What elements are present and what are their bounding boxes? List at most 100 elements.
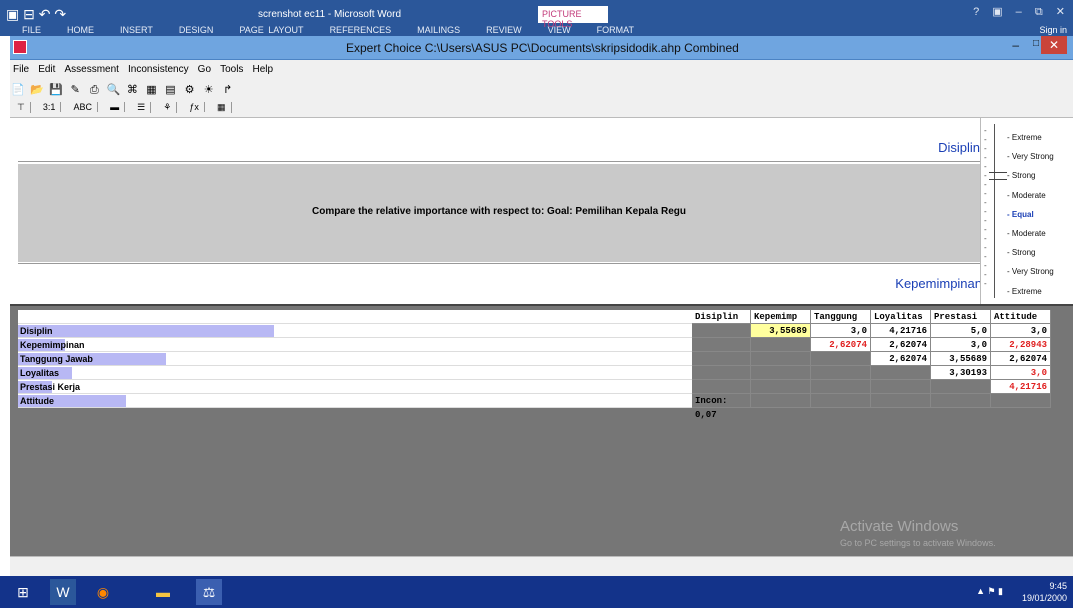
column-header[interactable]: Kepemimp	[751, 310, 811, 324]
matrix-cell[interactable]: 3,0	[991, 324, 1051, 338]
matrix-cell[interactable]: 3,55689	[931, 352, 991, 366]
matrix-cell[interactable]: 2,62074	[871, 338, 931, 352]
ribbon-tab-references[interactable]: REFERENCES	[330, 25, 392, 35]
row-label[interactable]: Tanggung Jawab	[18, 352, 692, 366]
system-tray-icons[interactable]: ▲ ⚑ ▮	[976, 586, 1003, 597]
tree-icon[interactable]: ⌘	[125, 83, 139, 97]
scale-slider-thumb[interactable]	[989, 172, 1007, 180]
ribbon-tab-page-layout[interactable]: PAGE LAYOUT	[239, 25, 303, 35]
row-label[interactable]: Disiplin	[18, 324, 692, 338]
menu-assessment[interactable]: Assessment	[61, 60, 121, 79]
open-icon[interactable]: 📂	[30, 83, 44, 97]
matrix-cell[interactable]	[692, 338, 751, 352]
expert-choice-taskbar-icon[interactable]: ⚖	[196, 579, 222, 605]
matrix-cell[interactable]: 2,62074	[991, 352, 1051, 366]
ribbon-tab-design[interactable]: DESIGN	[179, 25, 214, 35]
matrix-cell[interactable]	[692, 352, 751, 366]
matrix-cell[interactable]	[811, 394, 871, 408]
menu-help[interactable]: Help	[250, 60, 277, 79]
scale-item-3[interactable]: - Moderate	[1007, 186, 1054, 205]
matrix-cell[interactable]	[751, 352, 811, 366]
tab-questionnaire[interactable]: ⚘	[158, 102, 178, 113]
ribbon-tab-insert[interactable]: INSERT	[120, 25, 153, 35]
matrix-cell[interactable]	[931, 380, 991, 394]
scale-item-4[interactable]: - Equal	[1007, 205, 1054, 224]
scale-item-1[interactable]: - Very Strong	[1007, 147, 1054, 166]
matrix-cell[interactable]: 3,0	[811, 324, 871, 338]
scale-item-0[interactable]: - Extreme	[1007, 128, 1054, 147]
word-taskbar-icon[interactable]: W	[50, 579, 76, 605]
column-header[interactable]: Attitude	[991, 310, 1051, 324]
matrix-cell[interactable]	[692, 366, 751, 380]
scale-track[interactable]	[994, 124, 1000, 298]
calc-icon[interactable]: ▦	[144, 83, 158, 97]
menu-tools[interactable]: Tools	[217, 60, 246, 79]
print-icon[interactable]: ⎙	[87, 83, 101, 97]
maximize-button[interactable]: □	[1033, 38, 1039, 49]
matrix-cell[interactable]	[871, 380, 931, 394]
lightbulb-icon[interactable]: ☀	[202, 83, 216, 97]
matrix-cell[interactable]: 3,0	[931, 338, 991, 352]
menu-file[interactable]: File	[10, 60, 32, 79]
matrix-cell[interactable]: 2,62074	[811, 338, 871, 352]
matrix-cell[interactable]	[692, 324, 751, 338]
ribbon-tab-file[interactable]: FILE	[22, 25, 41, 35]
close-button[interactable]: ✕	[1041, 36, 1067, 54]
matrix-cell[interactable]	[811, 366, 871, 380]
matrix-cell[interactable]: 3,0	[991, 366, 1051, 380]
tab-verbal[interactable]: ABC	[68, 102, 98, 112]
matrix-cell[interactable]	[991, 394, 1051, 408]
graph-icon[interactable]: ▤	[164, 83, 178, 97]
ribbon-tab-view[interactable]: VIEW	[548, 25, 571, 35]
word-window-controls[interactable]: ? ▣ – ⧉ ✕	[973, 5, 1065, 19]
chrome-taskbar-icon[interactable]: ◉	[90, 579, 116, 605]
tab-formula[interactable]: ƒx	[184, 102, 205, 112]
picture-tools-tab[interactable]: PICTURE TOOLS	[538, 6, 608, 29]
menu-edit[interactable]: Edit	[35, 60, 58, 79]
ribbon-tab-mailings[interactable]: MAILINGS	[417, 25, 460, 35]
arrow-icon[interactable]: ↱	[221, 83, 235, 97]
ribbon-tab-review[interactable]: REVIEW	[486, 25, 522, 35]
matrix-cell[interactable]	[751, 366, 811, 380]
row-label[interactable]: Kepemimpinan	[18, 338, 692, 352]
column-header[interactable]: Tanggung .	[811, 310, 871, 336]
save-icon[interactable]: 💾	[49, 83, 63, 97]
matrix-cell[interactable]	[751, 338, 811, 352]
matrix-cell[interactable]: 3,55689	[751, 324, 811, 338]
matrix-cell[interactable]	[751, 394, 811, 408]
row-label[interactable]: Attitude	[18, 394, 692, 408]
minimize-button[interactable]: –	[1012, 38, 1019, 52]
matrix-cell[interactable]	[751, 380, 811, 394]
row-label[interactable]: Prestasi Kerja	[18, 380, 692, 394]
row-label[interactable]: Loyalitas	[18, 366, 692, 380]
scale-item-8[interactable]: - Extreme	[1007, 282, 1054, 301]
matrix-cell[interactable]	[871, 394, 931, 408]
menu-inconsistency[interactable]: Inconsistency	[125, 60, 192, 79]
ribbon-tab-format[interactable]: FORMAT	[597, 25, 634, 35]
matrix-cell[interactable]	[871, 366, 931, 380]
matrix-cell[interactable]: 3,30193	[931, 366, 991, 380]
tab-tree-view[interactable]: ⊤	[12, 102, 31, 113]
new-icon[interactable]: 📄	[11, 83, 25, 97]
scale-item-7[interactable]: - Very Strong	[1007, 262, 1054, 281]
column-header[interactable]: Disiplin	[692, 310, 751, 324]
matrix-cell[interactable]	[931, 394, 991, 408]
matrix-cell[interactable]	[692, 380, 751, 394]
sign-in-link[interactable]: Sign in	[1039, 25, 1067, 35]
tab-numerical[interactable]: 3:1	[38, 102, 62, 112]
word-ribbon-tabs[interactable]: FILE HOME INSERT DESIGN PAGE LAYOUT REFERENCE…	[22, 25, 660, 35]
taskbar-clock[interactable]: 9:45 19/01/2000	[1022, 580, 1067, 604]
matrix-cell[interactable]: 5,0	[931, 324, 991, 338]
scale-item-5[interactable]: - Moderate	[1007, 224, 1054, 243]
tab-list[interactable]: ☰	[132, 102, 152, 113]
tab-matrix[interactable]: ▦	[212, 102, 232, 113]
windows-start-icon[interactable]: ⊞	[10, 579, 36, 605]
preview-icon[interactable]: 🔍	[106, 83, 120, 97]
explorer-taskbar-icon[interactable]: ▬	[150, 579, 176, 605]
matrix-cell[interactable]: 2,28943	[991, 338, 1051, 352]
menu-go[interactable]: Go	[195, 60, 214, 79]
scale-item-6[interactable]: - Strong	[1007, 243, 1054, 262]
tab-graphical[interactable]: ▬	[105, 102, 126, 112]
matrix-cell[interactable]: 4,21716	[871, 324, 931, 338]
column-header[interactable]: Prestasi K	[931, 310, 991, 336]
